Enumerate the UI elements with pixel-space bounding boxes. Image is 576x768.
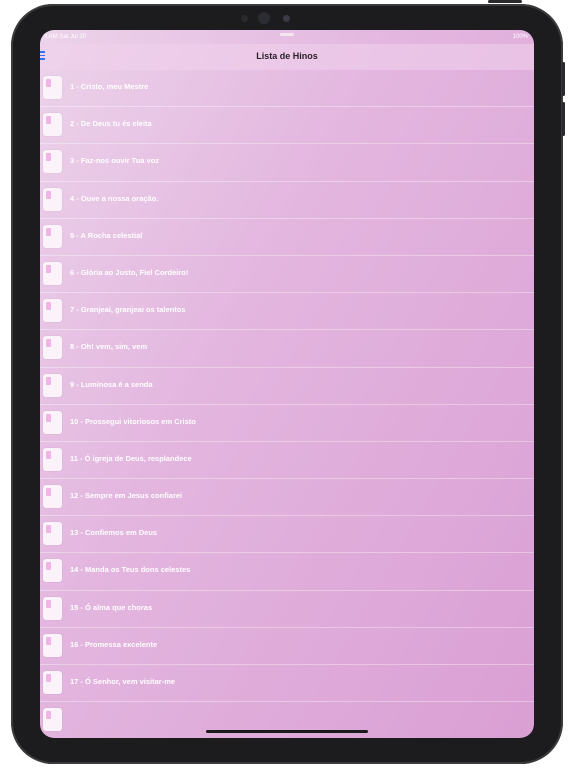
list-item-label: 13 - Confiemos em Deus (70, 528, 158, 538)
list-item-label: 15 - Ó alma que choras (70, 602, 153, 612)
list-item-label: 1 - Cristo, meu Mestre (70, 82, 149, 91)
book-icon (43, 522, 62, 546)
bookmark-ribbon-icon (46, 525, 51, 534)
list-item-label: 7 - Granjeai, granjeai os talentos (70, 305, 186, 315)
list-item[interactable]: 12 - Sempre em Jesus confiarei (40, 479, 534, 517)
list-item[interactable]: 13 - Confiemos em Deus (40, 516, 534, 554)
list-item[interactable]: 4 - Ouve a nossa oração. (40, 182, 534, 219)
bookmark-ribbon-icon (46, 302, 51, 311)
book-icon (43, 671, 62, 694)
list-item-label: 8 - Oh! vem, sim, vem (70, 342, 148, 352)
list-item-label: 6 - Glória ao Justo, Fiel Cordeiro! (70, 267, 189, 277)
front-camera (258, 12, 270, 24)
book-icon (43, 113, 62, 137)
navigation-bar: Lista de Hinos (40, 44, 534, 70)
list-item[interactable]: 5 - A Rocha celestial (40, 219, 534, 256)
list-item-label: 9 - Luminosa é a senda (70, 379, 153, 389)
bookmark-ribbon-icon (46, 79, 51, 87)
home-indicator[interactable] (206, 730, 368, 733)
list-item[interactable]: 16 - Promessa excelente (40, 628, 534, 665)
bookmark-ribbon-icon (46, 488, 51, 497)
bookmark-ribbon-icon (46, 562, 51, 571)
hymn-list: 1 - Cristo, meu Mestre 2 - De Deus tu és … (40, 70, 534, 738)
list-item[interactable]: 11 - Ó igreja de Deus, resplandece (40, 442, 534, 480)
light-sensor (283, 15, 290, 22)
list-item[interactable]: 10 - Prossegui vitoriosos em Cristo (40, 405, 534, 442)
status-time-date: 9 AM Sat Jul 20 (44, 34, 87, 40)
book-icon (43, 559, 62, 583)
list-item[interactable]: 2 - De Deus tu és eleita (40, 107, 534, 145)
multitasking-dots (280, 33, 294, 36)
list-item-label: 14 - Manda os Teus dons celestes (70, 565, 191, 575)
status-bar: 9 AM Sat Jul 20 100% (40, 30, 534, 44)
list-item-label: 3 - Faz-nos ouvir Tua voz (70, 156, 160, 166)
book-icon (43, 708, 62, 732)
list-item[interactable]: 3 - Faz-nos ouvir Tua voz (40, 144, 534, 182)
list-item-label: 17 - Ó Senhor, vem visitar-me (70, 677, 176, 686)
list-item-label: 2 - De Deus tu és eleita (70, 119, 152, 129)
page-title: Lista de Hinos (256, 51, 318, 61)
list-item[interactable]: 14 - Manda os Teus dons celestes (40, 553, 534, 591)
bookmark-ribbon-icon (46, 599, 51, 608)
list-item-label: 4 - Ouve a nossa oração. (70, 193, 159, 203)
list-item[interactable]: 7 - Granjeai, granjeai os talentos (40, 293, 534, 331)
status-battery: 100% (512, 34, 528, 40)
book-icon (43, 76, 62, 99)
list-item[interactable]: 15 - Ó alma que choras (40, 591, 534, 628)
book-icon (43, 261, 62, 285)
bookmark-ribbon-icon (46, 636, 51, 645)
list-item[interactable]: 6 - Glória ao Justo, Fiel Cordeiro! (40, 256, 534, 294)
list-item-label: 12 - Sempre em Jesus confiarei (70, 491, 183, 501)
list-item[interactable]: 8 - Oh! vem, sim, vem (40, 330, 534, 368)
volume-down-button (562, 102, 565, 136)
book-icon (43, 373, 62, 397)
bookmark-ribbon-icon (46, 227, 51, 236)
book-icon (43, 336, 62, 360)
book-icon (43, 299, 62, 323)
list-item[interactable]: 1 - Cristo, meu Mestre (40, 70, 534, 108)
bookmark-ribbon-icon (46, 153, 51, 162)
sensor-dot (241, 15, 248, 22)
bookmark-ribbon-icon (46, 674, 51, 682)
list-item[interactable]: 17 - Ó Senhor, vem visitar-me (40, 665, 534, 703)
list-item-label: 16 - Promessa excelente (70, 639, 158, 649)
book-icon (43, 596, 62, 620)
bookmark-ribbon-icon (46, 450, 51, 459)
bookmark-ribbon-icon (46, 376, 51, 385)
bookmark-ribbon-icon (46, 711, 51, 720)
top-button (488, 0, 522, 3)
volume-up-button (562, 62, 565, 96)
list-item[interactable]: 9 - Luminosa é a senda (40, 368, 534, 405)
book-icon (43, 410, 62, 434)
app-screen: 9 AM Sat Jul 20 100% Lista de Hinos 1 - … (40, 30, 534, 738)
book-icon (43, 150, 62, 174)
list-item-label: 5 - A Rocha celestial (70, 230, 143, 240)
bookmark-ribbon-icon (46, 264, 51, 273)
bookmark-ribbon-icon (46, 190, 51, 199)
bookmark-ribbon-icon (46, 116, 51, 125)
book-icon (43, 633, 62, 657)
list-item-label: 11 - Ó igreja de Deus, resplandece (70, 453, 192, 463)
bookmark-ribbon-icon (46, 339, 51, 348)
bookmark-ribbon-icon (46, 413, 51, 422)
list-item-label: 10 - Prossegui vitoriosos em Cristo (70, 416, 196, 426)
book-icon (43, 485, 62, 509)
book-icon (43, 224, 62, 248)
book-icon (43, 187, 62, 211)
book-icon (43, 447, 62, 471)
